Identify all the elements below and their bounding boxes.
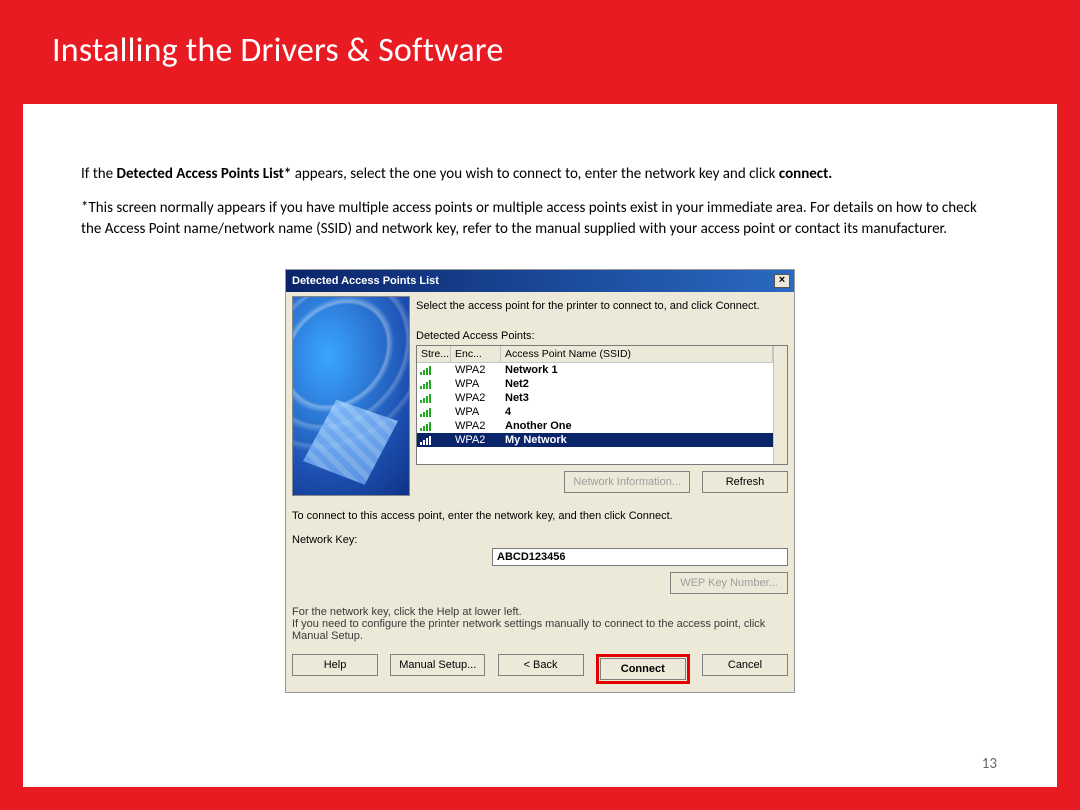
table-scrollbar[interactable] xyxy=(773,346,787,464)
signal-icon xyxy=(420,407,431,417)
manual-setup-button[interactable]: Manual Setup... xyxy=(390,654,485,676)
table-row[interactable]: WPA4 xyxy=(417,405,773,419)
detected-label: Detected Access Points: xyxy=(416,330,788,342)
row-encryption: WPA2 xyxy=(451,363,501,377)
page-number: 13 xyxy=(982,755,997,773)
col-ssid[interactable]: Access Point Name (SSID) xyxy=(501,346,773,362)
help-button[interactable]: Help xyxy=(292,654,378,676)
cancel-button[interactable]: Cancel xyxy=(702,654,788,676)
access-points-dialog: Detected Access Points List × Select the… xyxy=(285,269,795,693)
instruction-text: Select the access point for the printer … xyxy=(416,300,788,312)
header-bar: Installing the Drivers & Software xyxy=(0,0,1080,104)
page-title: Installing the Drivers & Software xyxy=(52,30,1028,71)
back-button[interactable]: < Back xyxy=(498,654,584,676)
intro-p1-bold2: connect. xyxy=(779,165,832,183)
col-strength[interactable]: Stre... xyxy=(417,346,451,362)
access-points-table[interactable]: Stre... Enc... Access Point Name (SSID) … xyxy=(416,345,788,465)
row-encryption: WPA xyxy=(451,377,501,391)
network-key-input[interactable] xyxy=(492,548,788,566)
signal-icon xyxy=(420,379,431,389)
network-key-label: Network Key: xyxy=(292,534,492,546)
table-row[interactable]: WPA2Network 1 xyxy=(417,363,773,377)
row-encryption: WPA2 xyxy=(451,391,501,405)
signal-icon xyxy=(420,365,431,375)
table-row[interactable]: WPA2My Network xyxy=(417,433,773,447)
content-area: If the Detected Access Points List* appe… xyxy=(23,104,1057,787)
row-ssid: Net2 xyxy=(501,377,773,391)
row-encryption: WPA2 xyxy=(451,433,501,447)
signal-icon xyxy=(420,421,431,431)
connect-highlight: Connect xyxy=(596,654,690,684)
signal-icon xyxy=(420,393,431,403)
wep-key-button: WEP Key Number... xyxy=(670,572,788,594)
table-header: Stre... Enc... Access Point Name (SSID) xyxy=(417,346,773,363)
row-ssid: 4 xyxy=(501,405,773,419)
col-encryption[interactable]: Enc... xyxy=(451,346,501,362)
dialog-title: Detected Access Points List xyxy=(292,275,439,287)
connect-button[interactable]: Connect xyxy=(600,658,686,680)
table-row[interactable]: WPA2Another One xyxy=(417,419,773,433)
dialog-side-image xyxy=(292,296,410,496)
signal-icon xyxy=(420,435,431,445)
table-row[interactable]: WPA2Net3 xyxy=(417,391,773,405)
intro-p1-prefix: If the xyxy=(81,165,117,183)
refresh-button[interactable]: Refresh xyxy=(702,471,788,493)
titlebar: Detected Access Points List × xyxy=(286,270,794,292)
note-manual: If you need to configure the printer net… xyxy=(292,618,788,642)
row-encryption: WPA2 xyxy=(451,419,501,433)
connect-instruction: To connect to this access point, enter t… xyxy=(286,510,794,522)
network-info-button: Network Information... xyxy=(564,471,690,493)
row-encryption: WPA xyxy=(451,405,501,419)
dialog-screenshot-wrap: Detected Access Points List × Select the… xyxy=(81,269,999,693)
row-ssid: My Network xyxy=(501,433,773,447)
row-ssid: Net3 xyxy=(501,391,773,405)
intro-p1-mid: appears, select the one you wish to conn… xyxy=(291,165,779,183)
row-ssid: Network 1 xyxy=(501,363,773,377)
intro-p2: *This screen normally appears if you hav… xyxy=(81,198,999,239)
table-row[interactable]: WPANet2 xyxy=(417,377,773,391)
intro-text: If the Detected Access Points List* appe… xyxy=(81,164,999,239)
intro-p1-bold: Detected Access Points List* xyxy=(117,165,292,183)
row-ssid: Another One xyxy=(501,419,773,433)
close-icon[interactable]: × xyxy=(774,274,790,288)
note-help: For the network key, click the Help at l… xyxy=(292,606,788,618)
